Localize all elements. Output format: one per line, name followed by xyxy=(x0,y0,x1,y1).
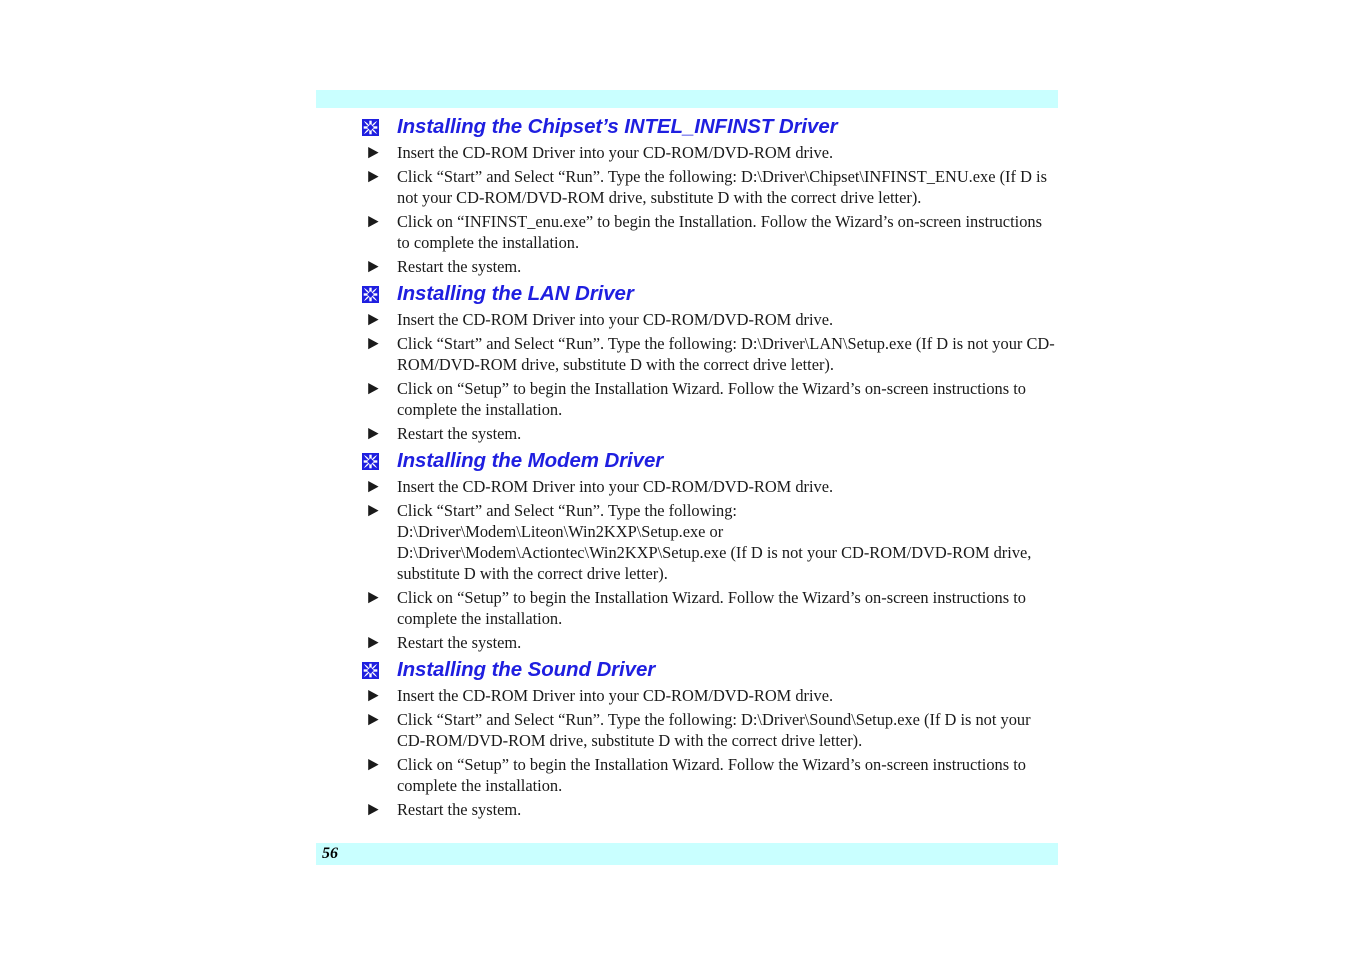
arrow-bullet-icon xyxy=(366,309,382,330)
instruction-text: Restart the system. xyxy=(397,257,522,276)
instruction-item: Click on “Setup” to begin the Installati… xyxy=(316,378,1058,420)
instruction-item: Insert the CD-ROM Driver into your CD-RO… xyxy=(316,476,1058,497)
instruction-text: Restart the system. xyxy=(397,424,522,443)
four-petal-square-icon xyxy=(362,118,379,136)
instruction-item: Click “Start” and Select “Run”. Type the… xyxy=(316,166,1058,208)
instruction-text: Click on “Setup” to begin the Installati… xyxy=(397,379,1026,419)
instruction-item: Insert the CD-ROM Driver into your CD-RO… xyxy=(316,309,1058,330)
driver-section: Installing the LAN Driver Insert the CD-R… xyxy=(316,282,1058,444)
arrow-bullet-icon xyxy=(366,754,382,775)
section-heading-text: Installing the Modem Driver xyxy=(397,449,664,472)
instruction-item: Click on “Setup” to begin the Installati… xyxy=(316,587,1058,629)
instruction-text: Click “Start” and Select “Run”. Type the… xyxy=(397,167,1047,207)
instruction-text: Insert the CD-ROM Driver into your CD-RO… xyxy=(397,310,834,329)
instruction-text: Click “Start” and Select “Run”. Type the… xyxy=(397,501,1032,583)
instruction-item: Click “Start” and Select “Run”. Type the… xyxy=(316,333,1058,375)
instruction-item: Insert the CD-ROM Driver into your CD-RO… xyxy=(316,142,1058,163)
header-rule-bar xyxy=(316,90,1058,108)
section-heading-text: Installing the LAN Driver xyxy=(397,282,634,305)
driver-section: Installing the Chipset’s INTEL_INFINST D… xyxy=(316,115,1058,277)
section-heading-text: Installing the Sound Driver xyxy=(397,658,656,681)
instruction-text: Restart the system. xyxy=(397,633,522,652)
arrow-bullet-icon xyxy=(366,587,382,608)
instruction-text: Insert the CD-ROM Driver into your CD-RO… xyxy=(397,686,834,705)
instruction-item: Click “Start” and Select “Run”. Type the… xyxy=(316,709,1058,751)
instruction-text: Click on “Setup” to begin the Installati… xyxy=(397,588,1026,628)
section-heading-row: Installing the Sound Driver xyxy=(316,658,1058,682)
four-petal-square-icon xyxy=(362,452,379,470)
page-number: 56 xyxy=(322,845,338,862)
instruction-item: Restart the system. xyxy=(316,799,1058,820)
arrow-bullet-icon xyxy=(366,211,382,232)
arrow-bullet-icon xyxy=(366,166,382,187)
instruction-list: Insert the CD-ROM Driver into your CD-RO… xyxy=(316,685,1058,820)
arrow-bullet-icon xyxy=(366,799,382,820)
instruction-text: Click “Start” and Select “Run”. Type the… xyxy=(397,334,1055,374)
arrow-bullet-icon xyxy=(366,709,382,730)
instruction-item: Click on “Setup” to begin the Installati… xyxy=(316,754,1058,796)
section-heading-row: Installing the Chipset’s INTEL_INFINST D… xyxy=(316,115,1058,139)
document-content: Installing the Chipset’s INTEL_INFINST D… xyxy=(316,113,1058,823)
four-petal-square-icon xyxy=(362,661,379,679)
footer-rule-bar xyxy=(316,843,1058,865)
arrow-bullet-icon xyxy=(366,685,382,706)
section-heading-row: Installing the LAN Driver xyxy=(316,282,1058,306)
instruction-item: Insert the CD-ROM Driver into your CD-RO… xyxy=(316,685,1058,706)
instruction-list: Insert the CD-ROM Driver into your CD-RO… xyxy=(316,142,1058,277)
arrow-bullet-icon xyxy=(366,378,382,399)
instruction-text: Insert the CD-ROM Driver into your CD-RO… xyxy=(397,477,834,496)
instruction-text: Click “Start” and Select “Run”. Type the… xyxy=(397,710,1031,750)
driver-section: Installing the Modem Driver Insert the CD… xyxy=(316,449,1058,653)
instruction-text: Click on “Setup” to begin the Installati… xyxy=(397,755,1026,795)
instruction-text: Insert the CD-ROM Driver into your CD-RO… xyxy=(397,143,834,162)
instruction-item: Restart the system. xyxy=(316,256,1058,277)
arrow-bullet-icon xyxy=(366,142,382,163)
arrow-bullet-icon xyxy=(366,423,382,444)
four-petal-square-icon xyxy=(362,285,379,303)
driver-section: Installing the Sound Driver Insert the CD… xyxy=(316,658,1058,820)
section-heading-row: Installing the Modem Driver xyxy=(316,449,1058,473)
instruction-item: Click on “INFINST_enu.exe” to begin the … xyxy=(316,211,1058,253)
arrow-bullet-icon xyxy=(366,500,382,521)
section-heading-text: Installing the Chipset’s INTEL_INFINST D… xyxy=(397,115,838,138)
instruction-item: Restart the system. xyxy=(316,423,1058,444)
instruction-item: Click “Start” and Select “Run”. Type the… xyxy=(316,500,1058,584)
instruction-text: Click on “INFINST_enu.exe” to begin the … xyxy=(397,212,1042,252)
arrow-bullet-icon xyxy=(366,632,382,653)
instruction-item: Restart the system. xyxy=(316,632,1058,653)
instruction-list: Insert the CD-ROM Driver into your CD-RO… xyxy=(316,309,1058,444)
document-page: Installing the Chipset’s INTEL_INFINST D… xyxy=(316,0,1058,954)
arrow-bullet-icon xyxy=(366,256,382,277)
instruction-text: Restart the system. xyxy=(397,800,522,819)
arrow-bullet-icon xyxy=(366,476,382,497)
instruction-list: Insert the CD-ROM Driver into your CD-RO… xyxy=(316,476,1058,653)
arrow-bullet-icon xyxy=(366,333,382,354)
